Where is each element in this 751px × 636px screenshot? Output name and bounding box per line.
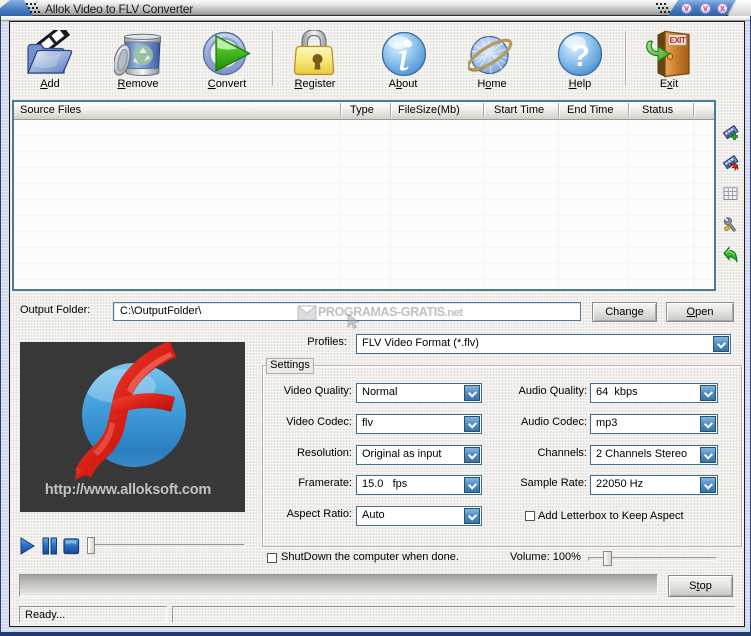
svg-text:http://www.alloksoft.com: http://www.alloksoft.com — [45, 482, 211, 498]
svg-text:?: ? — [571, 38, 590, 73]
svg-text:EXIT: EXIT — [670, 36, 686, 45]
